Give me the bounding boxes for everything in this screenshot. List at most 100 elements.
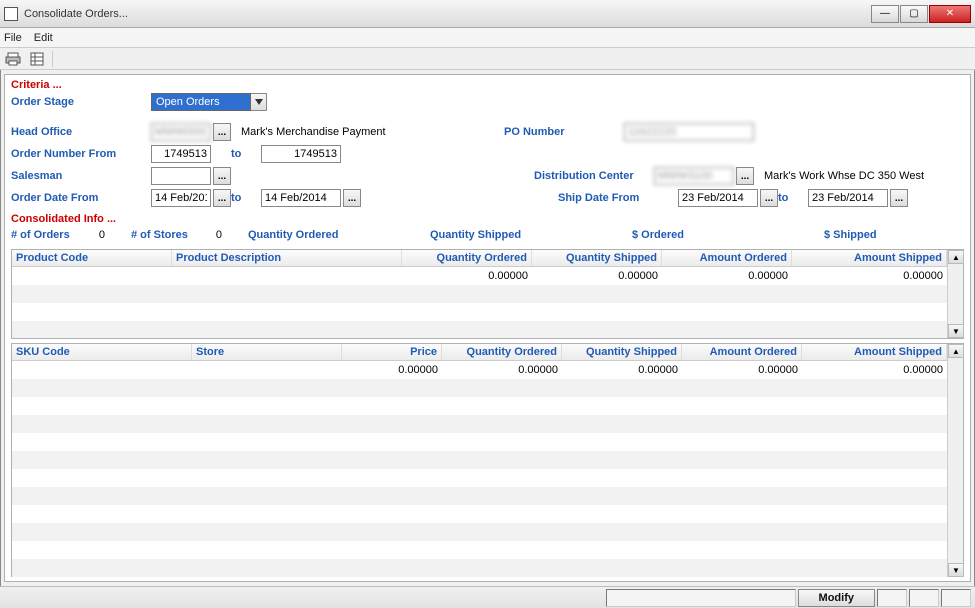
col-sku[interactable]: SKU Code: [12, 344, 192, 360]
table-row[interactable]: [12, 397, 947, 415]
row-headoffice: Head Office ... Mark's Merchandise Payme…: [11, 121, 964, 143]
close-button[interactable]: ✕: [929, 5, 971, 23]
status-cell-4: [941, 589, 971, 607]
dist-center-desc: Mark's Work Whse DC 350 West: [764, 170, 964, 182]
print-icon[interactable]: [4, 50, 22, 68]
scroll-up-icon[interactable]: ▲: [948, 344, 964, 358]
maximize-button[interactable]: ▢: [900, 5, 928, 23]
content: Criteria ... Order Stage Open Orders Hea…: [4, 74, 971, 582]
order-no-to-input[interactable]: [261, 145, 341, 163]
col-product-desc[interactable]: Product Description: [172, 250, 402, 266]
menu-edit[interactable]: Edit: [34, 32, 53, 44]
app-icon: [4, 7, 18, 21]
product-grid-scrollbar[interactable]: ▲ ▼: [947, 250, 963, 338]
table-row[interactable]: [12, 505, 947, 523]
col-qty-ord2[interactable]: Quantity Ordered: [442, 344, 562, 360]
table-row[interactable]: [12, 469, 947, 487]
col-amt-ship2[interactable]: Amount Shipped: [802, 344, 947, 360]
sheet-icon[interactable]: [28, 50, 46, 68]
ship-date-to-picker[interactable]: ...: [890, 189, 908, 207]
menu-file[interactable]: File: [4, 32, 22, 44]
scroll-down-icon[interactable]: ▼: [948, 324, 964, 338]
product-grid-body[interactable]: 0.00000 0.00000 0.00000 0.00000: [12, 267, 947, 338]
ship-date-from-input[interactable]: [678, 189, 758, 207]
scroll-up-icon[interactable]: ▲: [948, 250, 964, 264]
order-stage-value: Open Orders: [151, 93, 251, 111]
order-no-from-label: Order Number From: [11, 148, 151, 160]
head-office-desc: Mark's Merchandise Payment: [241, 126, 386, 138]
table-row[interactable]: [12, 487, 947, 505]
modify-button[interactable]: Modify: [798, 589, 875, 607]
col-qty-ord[interactable]: Quantity Ordered: [402, 250, 532, 266]
sku-grid-header: SKU Code Store Price Quantity Ordered Qu…: [12, 344, 947, 361]
col-amt-ship[interactable]: Amount Shipped: [792, 250, 947, 266]
head-office-label: Head Office: [11, 126, 151, 138]
table-row[interactable]: [12, 321, 947, 338]
orders-label: # of Orders: [11, 229, 79, 241]
product-grid-header: Product Code Product Description Quantit…: [12, 250, 947, 267]
order-date-from-input[interactable]: [151, 189, 211, 207]
chevron-down-icon[interactable]: [251, 93, 267, 111]
col-product-code[interactable]: Product Code: [12, 250, 172, 266]
stores-value: 0: [207, 229, 222, 241]
sku-grid-body[interactable]: 0.00000 0.00000 0.00000 0.00000 0.00000: [12, 361, 947, 577]
table-row[interactable]: [12, 541, 947, 559]
order-date-from-label: Order Date From: [11, 192, 151, 204]
order-stage-dropdown[interactable]: Open Orders: [151, 93, 267, 111]
head-office-input[interactable]: [151, 123, 211, 141]
status-cell-1: [606, 589, 796, 607]
salesman-label: Salesman: [11, 170, 151, 182]
menubar: File Edit: [0, 28, 975, 48]
table-row[interactable]: [12, 285, 947, 303]
po-number-label: PO Number: [504, 126, 624, 138]
row-dates: Order Date From ... to ... Ship Date Fro…: [11, 187, 964, 209]
table-row[interactable]: [12, 415, 947, 433]
table-row[interactable]: [12, 523, 947, 541]
salesman-input[interactable]: [151, 167, 211, 185]
main-window: Consolidate Orders... — ▢ ✕ File Edit Cr…: [0, 0, 975, 608]
table-row[interactable]: [12, 451, 947, 469]
col-store[interactable]: Store: [192, 344, 342, 360]
order-date-from-picker[interactable]: ...: [213, 189, 231, 207]
order-date-to-picker[interactable]: ...: [343, 189, 361, 207]
po-number-input[interactable]: [624, 123, 754, 141]
table-row[interactable]: 0.00000 0.00000 0.00000 0.00000: [12, 267, 947, 285]
status-cell-2: [877, 589, 907, 607]
qty-shipped-label: Quantity Shipped: [430, 229, 540, 241]
table-row[interactable]: [12, 303, 947, 321]
dist-center-input[interactable]: [654, 167, 734, 185]
amt-ordered-label: $ Ordered: [632, 229, 712, 241]
minimize-button[interactable]: —: [871, 5, 899, 23]
table-row[interactable]: [12, 559, 947, 577]
grids: Product Code Product Description Quantit…: [11, 249, 964, 577]
order-no-to-label: to: [231, 148, 261, 160]
consolidated-title: Consolidated Info ...: [11, 213, 964, 225]
table-row[interactable]: 0.00000 0.00000 0.00000 0.00000 0.00000: [12, 361, 947, 379]
dist-center-picker[interactable]: ...: [736, 167, 754, 185]
table-row[interactable]: [12, 433, 947, 451]
status-cell-3: [909, 589, 939, 607]
order-no-from-input[interactable]: [151, 145, 211, 163]
col-amt-ord[interactable]: Amount Ordered: [662, 250, 792, 266]
col-qty-ship2[interactable]: Quantity Shipped: [562, 344, 682, 360]
dist-center-label: Distribution Center: [534, 170, 654, 182]
sku-grid: SKU Code Store Price Quantity Ordered Qu…: [11, 343, 964, 577]
ship-date-from-picker[interactable]: ...: [760, 189, 778, 207]
col-price[interactable]: Price: [342, 344, 442, 360]
statusbar: Modify: [0, 586, 975, 608]
ship-date-to-input[interactable]: [808, 189, 888, 207]
col-amt-ord2[interactable]: Amount Ordered: [682, 344, 802, 360]
head-office-picker[interactable]: ...: [213, 123, 231, 141]
stores-label: # of Stores: [131, 229, 201, 241]
sku-grid-scrollbar[interactable]: ▲ ▼: [947, 344, 963, 577]
window-controls: — ▢ ✕: [870, 5, 971, 23]
table-row[interactable]: [12, 379, 947, 397]
col-qty-ship[interactable]: Quantity Shipped: [532, 250, 662, 266]
row-ordernumber: Order Number From to: [11, 143, 964, 165]
salesman-picker[interactable]: ...: [213, 167, 231, 185]
row-order-stage: Order Stage Open Orders: [11, 91, 964, 113]
order-date-to-input[interactable]: [261, 189, 341, 207]
titlebar: Consolidate Orders... — ▢ ✕: [0, 0, 975, 28]
scroll-down-icon[interactable]: ▼: [948, 563, 964, 577]
consolidated-row: # of Orders 0 # of Stores 0 Quantity Ord…: [11, 225, 964, 245]
